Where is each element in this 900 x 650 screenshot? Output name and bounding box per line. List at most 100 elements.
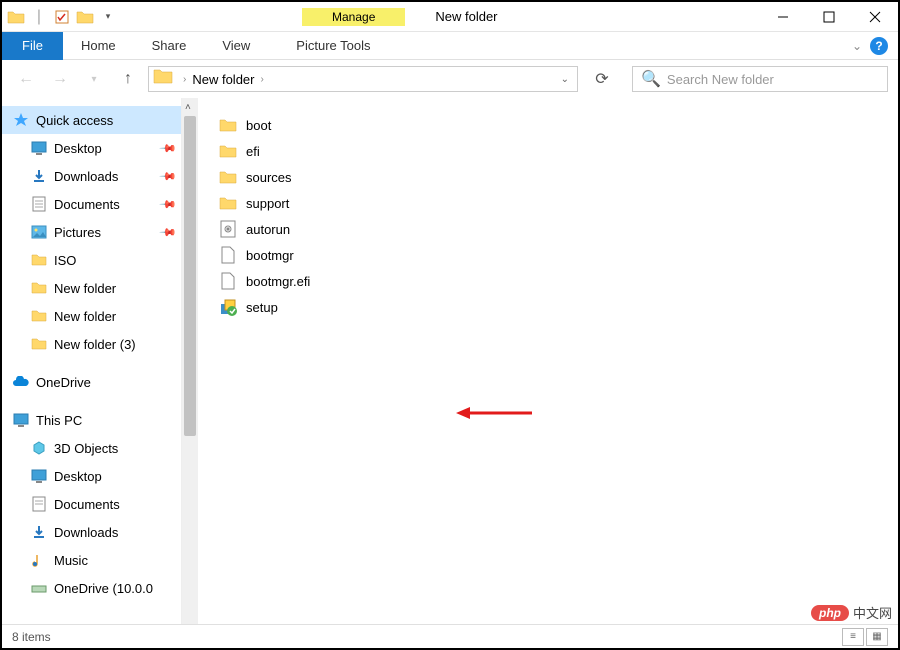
onedrive-icon <box>12 373 30 391</box>
sidebar-item-documents[interactable]: Documents 📌 <box>2 190 181 218</box>
folder-icon <box>30 251 48 269</box>
list-item[interactable]: bootmgr.efi <box>218 268 878 294</box>
sidebar-item-label: Documents <box>54 197 120 212</box>
back-button[interactable]: ← <box>12 65 40 93</box>
folder-icon <box>75 7 95 27</box>
sidebar-item-label: 3D Objects <box>54 441 118 456</box>
sidebar-item-newfolder[interactable]: New folder <box>2 302 181 330</box>
window-title: New folder <box>435 9 497 24</box>
scroll-up-icon[interactable]: ˄ <box>185 102 191 113</box>
navigation-bar: ← → ▾ ↑ › New folder › ⌄ ⟳ 🔍 <box>2 60 898 98</box>
refresh-button[interactable]: ⟳ <box>588 66 616 92</box>
tab-share[interactable]: Share <box>134 33 205 58</box>
up-button[interactable]: ↑ <box>114 65 142 93</box>
list-item[interactable]: setup <box>218 294 878 320</box>
file-icon <box>218 271 238 291</box>
folder-icon <box>218 115 238 135</box>
tab-home[interactable]: Home <box>63 33 134 58</box>
documents-icon <box>30 195 48 213</box>
folder-icon <box>153 67 177 91</box>
large-icons-view-button[interactable]: ▦ <box>866 628 888 646</box>
drive-icon <box>30 579 48 597</box>
music-icon <box>30 551 48 569</box>
list-item[interactable]: boot <box>218 112 878 138</box>
list-item[interactable]: autorun <box>218 216 878 242</box>
sidebar-item-iso[interactable]: ISO <box>2 246 181 274</box>
sidebar-scrollbar[interactable]: ˄ <box>182 98 198 636</box>
chevron-right-icon[interactable]: › <box>258 74 265 85</box>
item-count-label: 8 items <box>12 630 51 644</box>
sidebar-item-onedrive-net[interactable]: OneDrive (10.0.0 <box>2 574 181 602</box>
sidebar-item-documents[interactable]: Documents <box>2 490 181 518</box>
sidebar-item-pictures[interactable]: Pictures📌 <box>2 218 181 246</box>
sidebar-item-newfolder[interactable]: New folder <box>2 274 181 302</box>
view-mode-toggles: ≡ ▦ <box>842 628 888 646</box>
file-name: bootmgr <box>246 248 294 263</box>
inf-icon <box>218 219 238 239</box>
chevron-right-icon[interactable]: › <box>181 74 188 85</box>
main-area: Quick access Desktop📌 Downloads📌 Documen… <box>2 98 898 636</box>
scrollbar-thumb[interactable] <box>184 116 196 436</box>
sidebar-item-label: Documents <box>54 497 120 512</box>
help-icon[interactable]: ? <box>870 37 888 55</box>
tab-view[interactable]: View <box>204 33 268 58</box>
list-item[interactable]: efi <box>218 138 878 164</box>
sidebar-item-label: Pictures <box>54 225 101 240</box>
search-box[interactable]: 🔍 <box>632 66 888 92</box>
file-name: boot <box>246 118 271 133</box>
sidebar-item-downloads[interactable]: Downloads <box>2 518 181 546</box>
list-item[interactable]: bootmgr <box>218 242 878 268</box>
sidebar-item-label: ISO <box>54 253 76 268</box>
sidebar-item-label: This PC <box>36 413 82 428</box>
quick-access-toolbar: | ▾ <box>2 7 122 27</box>
star-icon <box>12 111 30 129</box>
sidebar-item-music[interactable]: Music <box>2 546 181 574</box>
list-item[interactable]: sources <box>218 164 878 190</box>
list-item[interactable]: support <box>218 190 878 216</box>
folder-icon <box>30 307 48 325</box>
sidebar-item-desktop[interactable]: Desktop📌 <box>2 134 181 162</box>
tab-picture-tools[interactable]: Picture Tools <box>278 33 388 58</box>
search-input[interactable] <box>667 72 879 87</box>
navigation-pane[interactable]: Quick access Desktop📌 Downloads📌 Documen… <box>2 98 182 636</box>
folder-icon <box>30 335 48 353</box>
chevron-down-icon[interactable]: ▾ <box>98 7 118 27</box>
sidebar-item-label: New folder (3) <box>54 337 136 352</box>
expand-ribbon-icon[interactable]: ⌄ <box>852 39 862 53</box>
details-view-button[interactable]: ≡ <box>842 628 864 646</box>
sidebar-item-3dobjects[interactable]: 3D Objects <box>2 434 181 462</box>
breadcrumb-item[interactable]: New folder <box>188 72 258 87</box>
minimize-button[interactable] <box>760 2 806 32</box>
file-name: sources <box>246 170 292 185</box>
pin-icon: 📌 <box>159 195 178 214</box>
recent-dropdown-icon[interactable]: ▾ <box>80 65 108 93</box>
sidebar-item-newfolder3[interactable]: New folder (3) <box>2 330 181 358</box>
folder-icon <box>30 279 48 297</box>
sidebar-onedrive[interactable]: OneDrive <box>2 368 181 396</box>
sidebar-item-downloads[interactable]: Downloads📌 <box>2 162 181 190</box>
file-name: autorun <box>246 222 290 237</box>
search-icon: 🔍 <box>641 69 661 89</box>
sidebar-item-label: Quick access <box>36 113 113 128</box>
ribbon-tabs: File Home Share View Picture Tools ⌄ ? <box>2 32 898 60</box>
computer-icon <box>12 411 30 429</box>
sidebar-item-label: OneDrive <box>36 375 91 390</box>
sidebar-this-pc[interactable]: This PC <box>2 406 181 434</box>
file-name: setup <box>246 300 278 315</box>
watermark-text: 中文网 <box>853 603 892 622</box>
sidebar-item-label: OneDrive (10.0.0 <box>54 581 153 596</box>
maximize-button[interactable] <box>806 2 852 32</box>
sidebar-item-desktop[interactable]: Desktop <box>2 462 181 490</box>
address-bar[interactable]: › New folder › ⌄ <box>148 66 578 92</box>
pictures-icon <box>30 223 48 241</box>
file-tab[interactable]: File <box>2 32 63 60</box>
address-dropdown-icon[interactable]: ⌄ <box>553 74 577 85</box>
forward-button[interactable]: → <box>46 65 74 93</box>
sidebar-quick-access[interactable]: Quick access <box>2 106 181 134</box>
status-bar: 8 items ≡ ▦ <box>2 624 898 648</box>
close-button[interactable] <box>852 2 898 32</box>
file-list[interactable]: boot efi sources support autorun bootmgr… <box>198 98 898 636</box>
desktop-icon <box>30 467 48 485</box>
properties-icon[interactable] <box>52 7 72 27</box>
sidebar-item-label: Desktop <box>54 469 102 484</box>
